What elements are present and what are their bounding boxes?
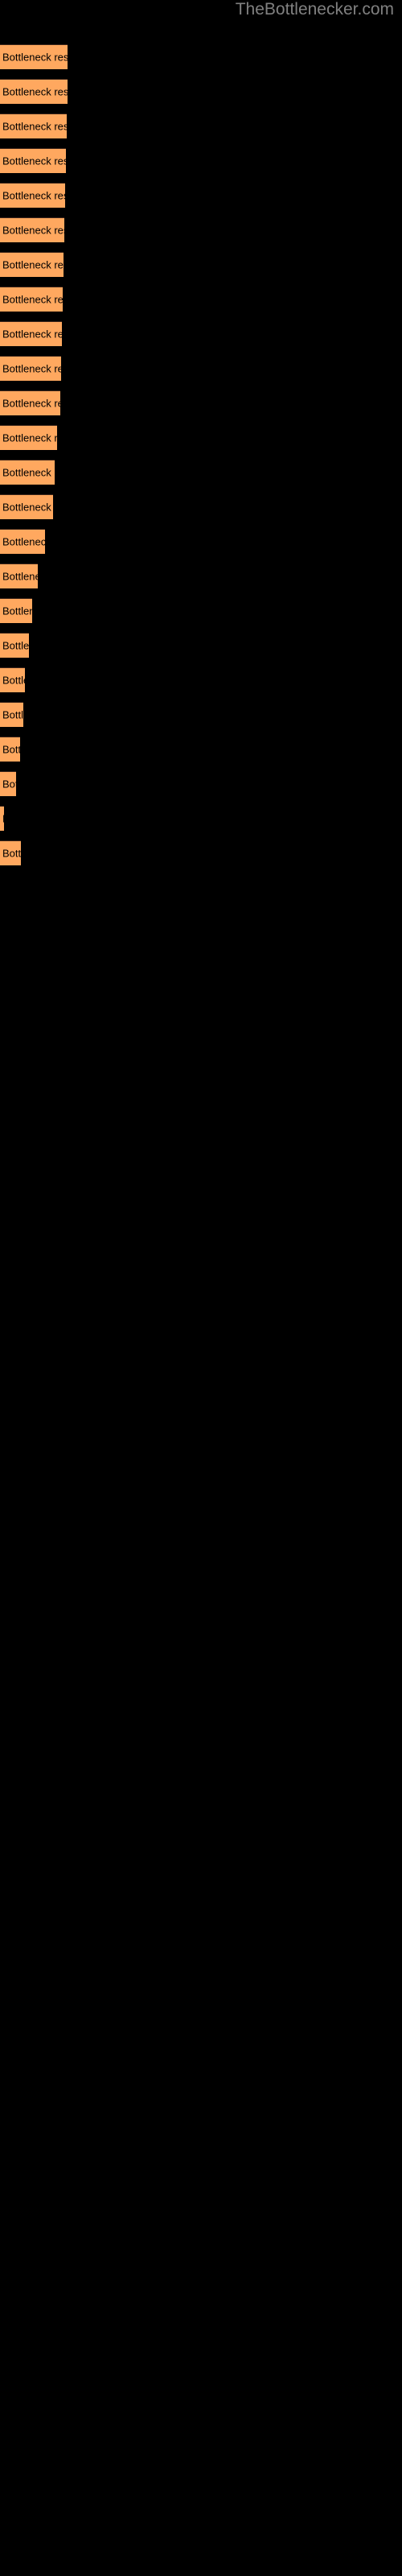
bar-label: Bottleneck result [2,397,60,410]
bar-label: Bottleneck result [2,813,4,825]
bottleneck-result-bar[interactable]: Bottleneck result [0,356,61,381]
bar-label: Bottleneck result [2,155,66,167]
bar-label: Bottleneck result [2,189,65,202]
bottleneck-result-bar[interactable]: Bottleneck result [0,44,68,69]
bottleneck-result-bar[interactable]: Bottleneck result [0,494,53,519]
bar-label: Bottleneck result [2,639,29,652]
bottleneck-result-bar[interactable]: Bottleneck result [0,633,29,658]
bar-label: Bottleneck result [2,847,21,860]
bottleneck-result-bar[interactable]: Bottleneck result [0,460,55,485]
bar-label: Bottleneck result [2,708,23,721]
bottleneck-result-bar[interactable]: Bottleneck result [0,114,67,138]
bar-label: Bottleneck result [2,778,16,791]
bottleneck-result-bar[interactable]: Bottleneck result [0,425,57,450]
bottleneck-result-bar[interactable]: Bottleneck result [0,806,4,831]
bottleneck-result-bar[interactable]: Bottleneck result [0,183,65,208]
bottleneck-result-bar[interactable]: Bottleneck result [0,702,23,727]
bottleneck-result-bar[interactable]: Bottleneck result [0,529,45,554]
bar-label: Bottleneck result [2,120,67,133]
bottleneck-result-bar[interactable]: Bottleneck result [0,148,66,173]
bar-label: Bottleneck result [2,535,45,548]
bar-label: Bottleneck result [2,328,62,341]
bottleneck-result-bar[interactable]: Bottleneck result [0,840,21,865]
bottleneck-bar-chart: Bottleneck result Bottleneck result Bottle… [0,0,402,886]
bar-label: Bottleneck result [2,743,20,756]
bottleneck-result-bar[interactable]: Bottleneck result [0,217,64,242]
bottleneck-result-bar[interactable]: Bottleneck result [0,321,62,346]
bar-label: Bottleneck result [2,51,68,64]
bottleneck-result-bar[interactable]: Bottleneck result [0,737,20,762]
bar-label: Bottleneck result [2,674,25,687]
bar-label: Bottleneck result [2,258,64,271]
bar-label: Bottleneck result [2,362,61,375]
bottleneck-result-bar[interactable]: Bottleneck result [0,598,32,623]
bottleneck-result-bar[interactable]: Bottleneck result [0,667,25,692]
bar-label: Bottleneck result [2,466,55,479]
bar-label: Bottleneck result [2,293,63,306]
bar-label: Bottleneck result [2,501,53,514]
bar-label: Bottleneck result [2,605,32,617]
bottleneck-result-bar[interactable]: Bottleneck result [0,252,64,277]
bar-label: Bottleneck result [2,431,57,444]
bar-label: Bottleneck result [2,570,38,583]
bar-label: Bottleneck result [2,224,64,237]
bar-label: Bottleneck result [2,85,68,98]
bottleneck-result-bar[interactable]: Bottleneck result [0,79,68,104]
page-root: TheBottlenecker.com Bottleneck resultBot… [0,0,402,2576]
bottleneck-result-bar[interactable]: Bottleneck result [0,390,60,415]
bottleneck-result-bar[interactable]: Bottleneck result [0,771,16,796]
bottleneck-result-bar[interactable]: Bottleneck result [0,287,63,312]
bottleneck-result-bar[interactable]: Bottleneck result [0,564,38,588]
